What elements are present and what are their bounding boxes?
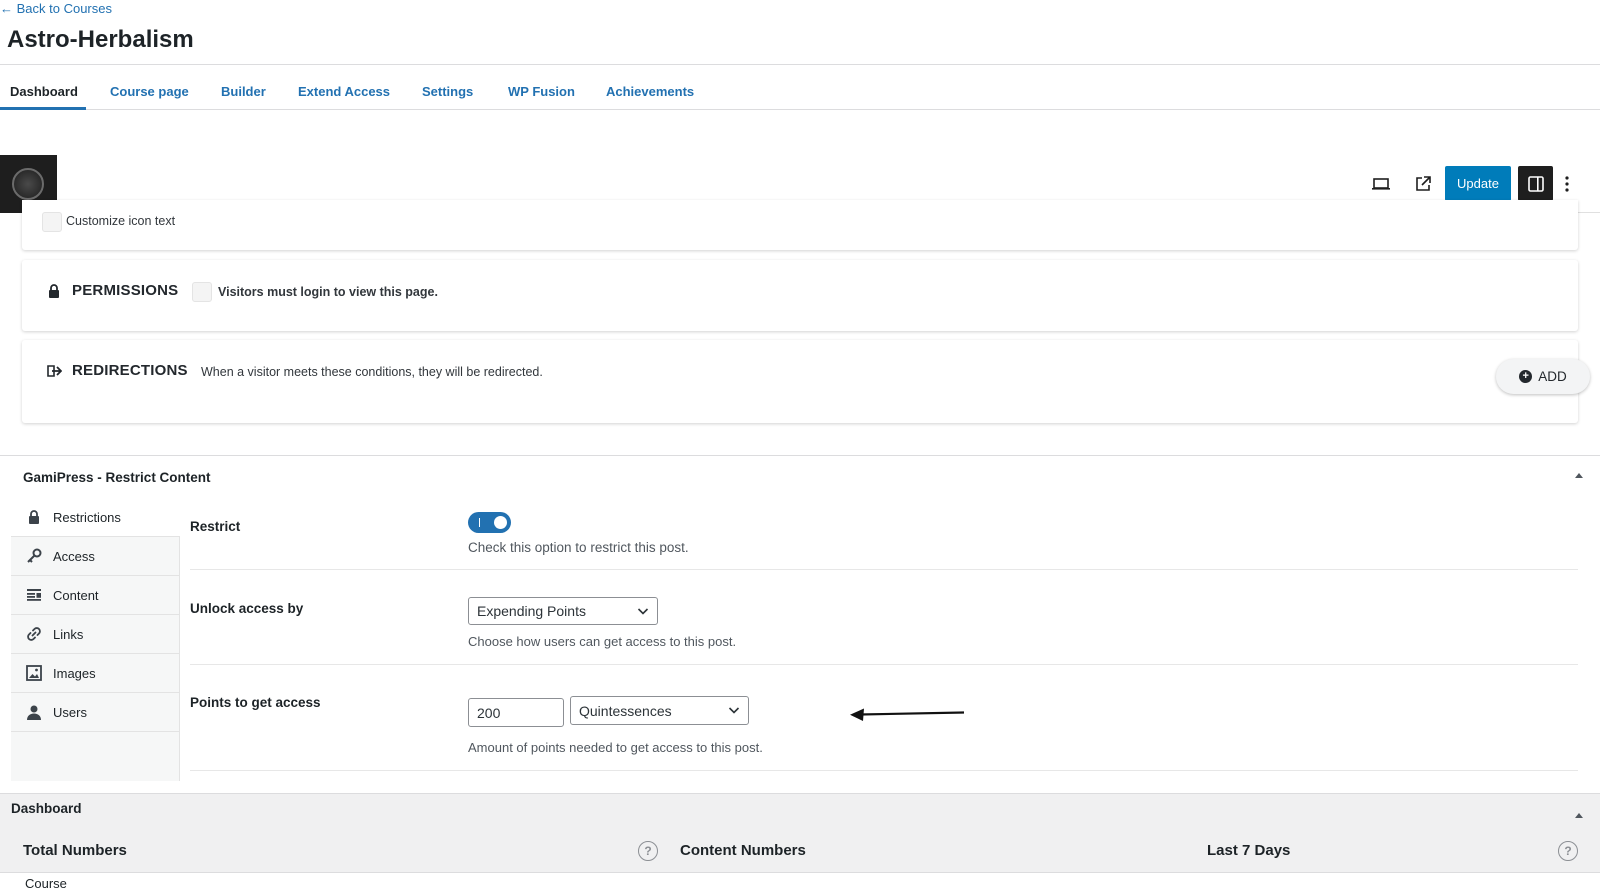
- course-tabs: Dashboard Course page Builder Extend Acc…: [0, 66, 1600, 110]
- lock-icon: [48, 284, 60, 303]
- help-icon[interactable]: ?: [638, 841, 658, 861]
- toggle-knob: [494, 516, 507, 529]
- field-divider: [190, 770, 1578, 771]
- nav-label: Restrictions: [53, 509, 121, 525]
- gamipress-divider: [0, 455, 1600, 456]
- chevron-down-icon: [637, 608, 649, 615]
- login-required-checkbox[interactable]: [192, 282, 212, 302]
- tab-builder[interactable]: Builder: [221, 84, 266, 99]
- update-button[interactable]: Update: [1445, 166, 1511, 201]
- user-icon: [23, 705, 45, 720]
- content-icon: [23, 589, 45, 601]
- more-vertical-icon[interactable]: [1561, 172, 1573, 196]
- dashboard-table-area: [0, 872, 1600, 894]
- gamipress-metabox-title: GamiPress - Restrict Content: [23, 470, 211, 485]
- tab-extend-access[interactable]: Extend Access: [298, 84, 390, 99]
- points-label: Points to get access: [190, 695, 321, 710]
- unlock-access-description: Choose how users can get access to this …: [468, 634, 737, 649]
- tab-achievements[interactable]: Achievements: [606, 84, 694, 99]
- nav-item-content[interactable]: Content: [11, 576, 180, 615]
- external-link-icon[interactable]: [1409, 170, 1437, 198]
- preview-desktop-icon[interactable]: [1367, 170, 1395, 198]
- points-amount-input[interactable]: 200: [468, 698, 564, 727]
- field-divider: [190, 664, 1578, 665]
- tab-course-page[interactable]: Course page: [110, 84, 189, 99]
- sidebar-toggle-button[interactable]: [1518, 166, 1553, 201]
- image-icon: [23, 665, 45, 681]
- annotation-arrow-icon: [850, 708, 965, 721]
- permissions-title: PERMISSIONS: [72, 282, 179, 299]
- content-numbers-heading: Content Numbers: [680, 842, 806, 859]
- link-icon: [23, 626, 45, 642]
- customize-icon-text-checkbox[interactable]: [42, 212, 62, 232]
- redirections-title: REDIRECTIONS: [72, 362, 188, 379]
- points-type-value: Quintessences: [579, 702, 672, 719]
- toggle-on-mark: [479, 518, 480, 527]
- nav-item-users[interactable]: Users: [11, 693, 180, 732]
- redirections-description: When a visitor meets these conditions, t…: [201, 365, 543, 379]
- plus-circle-icon: +: [1519, 370, 1533, 383]
- nav-item-access[interactable]: Access: [11, 537, 180, 576]
- last-7-days-heading: Last 7 Days: [1207, 842, 1291, 859]
- sidebar-toggle-icon: [1527, 175, 1544, 192]
- tab-dashboard[interactable]: Dashboard: [10, 84, 78, 99]
- gamipress-nav: Restrictions Access Content Links Images…: [11, 498, 180, 781]
- nav-label: Access: [53, 548, 95, 564]
- nav-label: Users: [53, 704, 87, 720]
- unlock-access-value: Expending Points: [477, 603, 586, 619]
- icon-text-panel: Customize icon text: [22, 200, 1578, 250]
- page-title: Astro-Herbalism: [7, 26, 194, 53]
- nav-label: Links: [53, 626, 84, 642]
- field-divider: [190, 569, 1578, 570]
- nav-item-links[interactable]: Links: [11, 615, 180, 654]
- tab-wp-fusion[interactable]: WP Fusion: [508, 84, 575, 99]
- unlock-access-label: Unlock access by: [190, 601, 304, 616]
- permissions-panel: PERMISSIONS Visitors must login to view …: [22, 260, 1578, 331]
- total-numbers-heading: Total Numbers: [23, 842, 127, 859]
- back-to-courses-link[interactable]: ← Back to Courses: [0, 1, 112, 16]
- help-icon[interactable]: ?: [1558, 841, 1578, 861]
- lock-icon: [23, 510, 45, 524]
- collapse-caret-icon[interactable]: [1575, 473, 1583, 478]
- key-icon: [23, 548, 45, 564]
- header-divider: [0, 64, 1600, 65]
- points-type-select[interactable]: Quintessences: [570, 696, 749, 725]
- restrict-description: Check this option to restrict this post.: [468, 540, 689, 555]
- redirections-panel: REDIRECTIONS When a visitor meets these …: [22, 340, 1590, 423]
- course-row-label: Course: [25, 876, 67, 891]
- points-description: Amount of points needed to get access to…: [468, 740, 763, 755]
- tab-settings[interactable]: Settings: [422, 84, 473, 99]
- nav-label: Content: [53, 587, 99, 603]
- nav-label: Images: [53, 665, 96, 681]
- unlock-access-select[interactable]: Expending Points: [468, 597, 658, 625]
- dashboard-title: Dashboard: [11, 801, 82, 816]
- add-redirection-button[interactable]: + ADD: [1496, 359, 1590, 394]
- redirect-icon: [47, 364, 63, 382]
- restrict-label: Restrict: [190, 519, 241, 534]
- restrict-toggle[interactable]: [468, 512, 511, 533]
- active-tab-indicator: [0, 107, 86, 110]
- chevron-down-icon: [728, 707, 740, 714]
- nav-item-images[interactable]: Images: [11, 654, 180, 693]
- collapse-caret-icon[interactable]: [1575, 813, 1583, 818]
- site-logo-icon: [12, 168, 44, 200]
- nav-item-restrictions[interactable]: Restrictions: [11, 498, 180, 537]
- login-required-label: Visitors must login to view this page.: [218, 285, 438, 299]
- add-label: ADD: [1538, 369, 1567, 384]
- customize-icon-text-label: Customize icon text: [66, 214, 176, 228]
